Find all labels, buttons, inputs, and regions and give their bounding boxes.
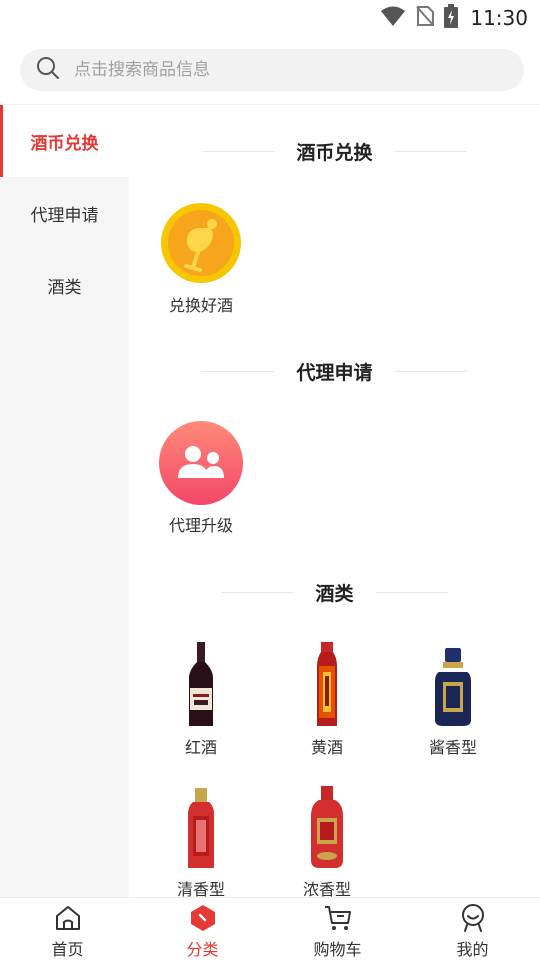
yellow-wine-bottle xyxy=(264,640,390,730)
sidebar-item-label: 酒类 xyxy=(47,277,82,298)
red-wine-bottle xyxy=(138,640,264,730)
category-icon xyxy=(188,903,218,933)
divider xyxy=(375,591,448,593)
nav-profile[interactable]: 我的 xyxy=(405,898,540,960)
divider xyxy=(221,591,294,593)
sidebar-item-liquor[interactable]: 酒类 xyxy=(0,249,129,321)
tile-label: 红酒 xyxy=(184,738,217,757)
section-title-liquor: 酒类 xyxy=(129,577,540,607)
strong-aroma-bottle xyxy=(264,782,390,872)
sidebar-item-label: 代理申请 xyxy=(30,205,99,226)
nav-category[interactable]: 分类 xyxy=(135,898,270,960)
nav-label: 分类 xyxy=(186,940,219,959)
light-aroma-bottle xyxy=(138,782,264,872)
nav-label: 首页 xyxy=(51,940,84,959)
sidebar-item-exchange[interactable]: 酒币兑换 xyxy=(0,105,129,177)
divider xyxy=(394,150,467,152)
divider xyxy=(202,150,275,152)
tile-red-wine[interactable]: 红酒 xyxy=(138,640,264,758)
tile-label: 代理升级 xyxy=(168,516,233,535)
tile-label: 浓香型 xyxy=(302,880,351,897)
tile-label: 兑换好酒 xyxy=(168,296,233,315)
tile-strong-aroma[interactable]: 浓香型 xyxy=(264,782,390,897)
status-time: 11:30 xyxy=(470,6,528,30)
cart-icon xyxy=(323,903,353,933)
battery-charging-icon xyxy=(444,4,459,32)
nav-home[interactable]: 首页 xyxy=(0,898,135,960)
tile-light-aroma[interactable]: 清香型 xyxy=(138,782,264,897)
home-icon xyxy=(53,903,83,933)
section-title-agent: 代理申请 xyxy=(129,356,540,386)
wifi-icon xyxy=(380,5,406,31)
sauce-aroma-bottle xyxy=(390,640,516,730)
section-title-exchange: 酒币兑换 xyxy=(129,136,540,166)
no-sim-icon xyxy=(416,5,435,31)
tile-label: 清香型 xyxy=(176,880,225,897)
section-title-text: 酒币兑换 xyxy=(296,141,373,164)
profile-icon xyxy=(458,903,488,933)
tile-label: 酱香型 xyxy=(428,738,477,757)
tile-label: 黄酒 xyxy=(310,738,343,757)
category-content: 酒币兑换 兑换好酒 代理申请 代理升级 酒类 红酒 黄酒 酱香型 清香型 浓香型 xyxy=(129,105,540,897)
category-sidebar: 酒币兑换 代理申请 酒类 xyxy=(0,105,129,897)
divider xyxy=(202,370,275,372)
status-icons: 11:30 xyxy=(380,4,528,32)
tile-yellow-wine[interactable]: 黄酒 xyxy=(264,640,390,758)
tile-exchange-wine[interactable]: 兑换好酒 xyxy=(138,198,264,316)
tile-sauce-aroma[interactable]: 酱香型 xyxy=(390,640,516,758)
nav-cart[interactable]: 购物车 xyxy=(270,898,405,960)
status-bar: 11:30 xyxy=(0,0,540,38)
search-input[interactable] xyxy=(74,60,474,80)
divider xyxy=(394,370,467,372)
users-icon xyxy=(138,418,264,508)
search-bar[interactable] xyxy=(20,49,524,91)
sidebar-item-agent[interactable]: 代理申请 xyxy=(0,177,129,249)
section-title-text: 代理申请 xyxy=(296,361,373,384)
search-icon xyxy=(36,56,60,84)
tile-agent-upgrade[interactable]: 代理升级 xyxy=(138,418,264,536)
nav-label: 我的 xyxy=(456,940,489,959)
bottom-nav: 首页 分类 购物车 我的 xyxy=(0,897,540,960)
nav-label: 购物车 xyxy=(313,940,362,959)
coin-icon xyxy=(138,198,264,288)
section-title-text: 酒类 xyxy=(315,582,354,605)
sidebar-item-label: 酒币兑换 xyxy=(30,133,99,154)
